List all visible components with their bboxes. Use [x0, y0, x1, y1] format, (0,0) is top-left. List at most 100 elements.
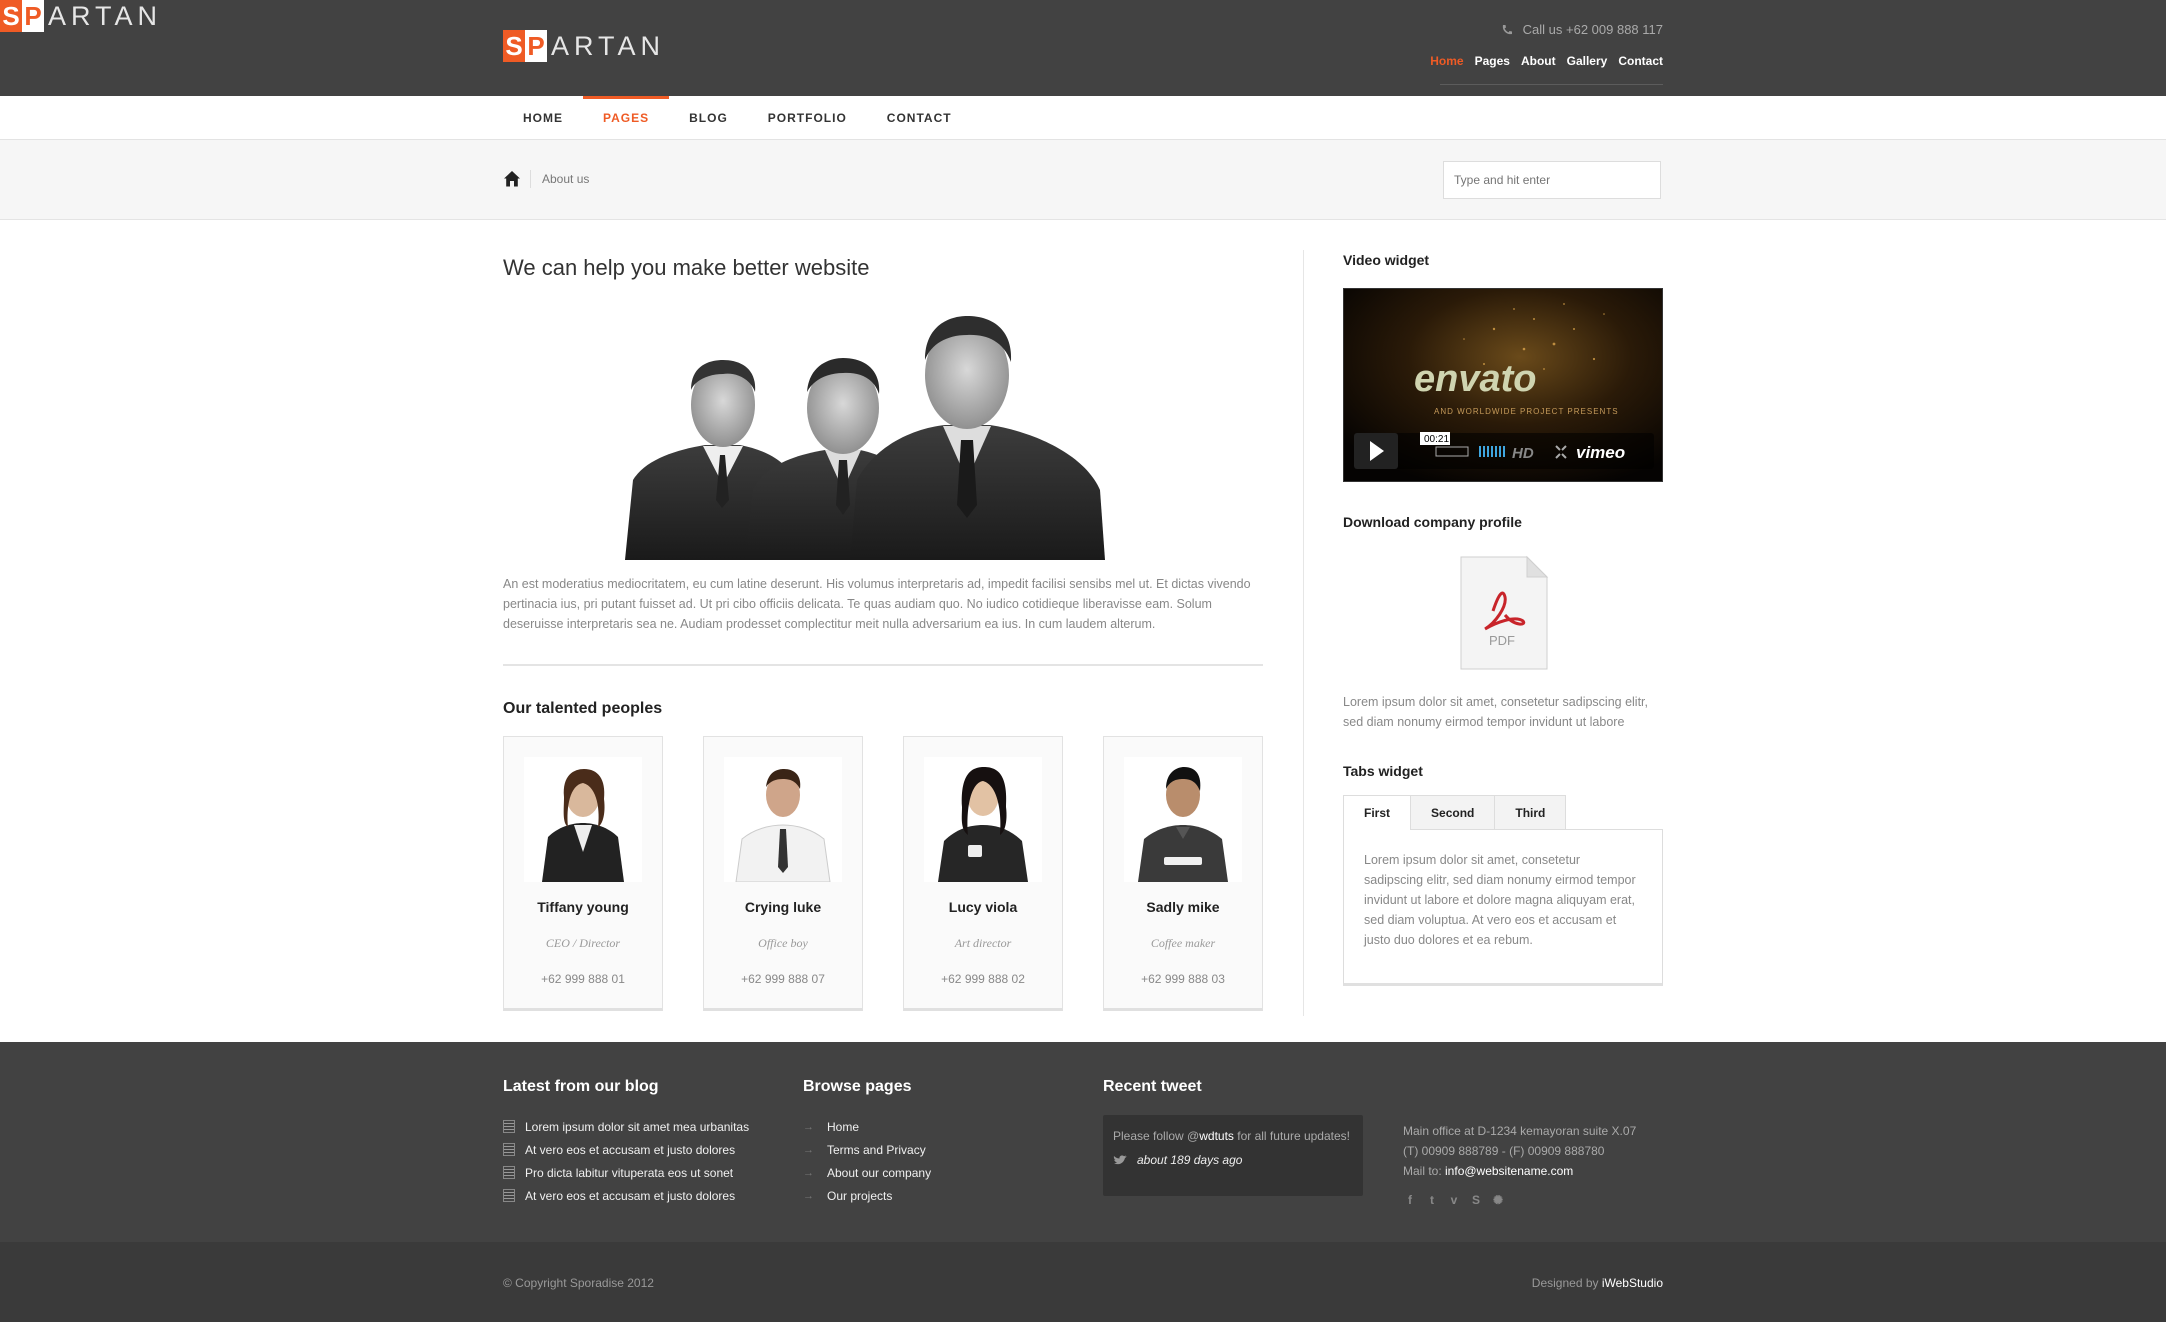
person-role: Art director [954, 936, 1012, 950]
tweet-text: Please follow @wdtuts for all future upd… [1113, 1129, 1350, 1143]
copyright: © Copyright Sporadise 2012 [503, 1276, 654, 1290]
top-link-home[interactable]: Home [1430, 54, 1463, 68]
nav-contact[interactable]: CONTACT [867, 96, 972, 140]
person-phone: +62 999 888 02 [941, 972, 1025, 986]
person-phone: +62 999 888 07 [741, 972, 825, 986]
vimeo-logo[interactable]: vimeo [1576, 443, 1625, 462]
person-role: CEO / Director [545, 936, 621, 950]
twitter-icon[interactable]: t [1425, 1193, 1439, 1207]
browse-item-label: Home [827, 1119, 860, 1134]
footer-tweet-title: Recent tweet [1103, 1078, 1202, 1095]
blog-item[interactable]: At vero eos et accusam et justo dolores [503, 1184, 749, 1207]
main-nav: HOME PAGES BLOG PORTFOLIO CONTACT [0, 96, 2166, 140]
home-icon[interactable] [503, 170, 521, 188]
tweet-time: about 189 days ago [1113, 1151, 1353, 1170]
facebook-icon[interactable]: f [1403, 1193, 1417, 1207]
tweet-box: Please follow @wdtuts for all future upd… [1103, 1115, 1363, 1196]
browse-item[interactable]: → Home [803, 1115, 931, 1138]
person-photo [924, 757, 1042, 882]
top-link-pages[interactable]: Pages [1475, 54, 1510, 68]
tab-second[interactable]: Second [1410, 795, 1496, 829]
header: S P ARTAN Call us +62 009 888 117 Home P… [0, 0, 2166, 96]
tweet-time-text: about 189 days ago [1137, 1153, 1243, 1167]
intro-paragraph: An est moderatius mediocritatem, eu cum … [503, 577, 1251, 631]
download-description: Lorem ipsum dolor sit amet, consetetur s… [1343, 695, 1648, 729]
logo-s: S [503, 30, 525, 62]
person-name: Tiffany young [537, 899, 629, 915]
browse-item-label: Our projects [827, 1188, 893, 1203]
person-card[interactable]: Crying luke Office boy +62 999 888 07 [703, 736, 863, 1011]
blog-list: Lorem ipsum dolor sit amet mea urbanitas… [503, 1115, 749, 1207]
tabs-widget-title: Tabs widget [1343, 763, 1423, 779]
browse-item[interactable]: → About our company [803, 1161, 931, 1184]
social-icons: f t v S ✺ [1403, 1193, 1505, 1207]
document-icon [503, 1166, 515, 1179]
person-photo [1124, 757, 1242, 882]
call-us: Call us +62 009 888 117 [1501, 22, 1663, 37]
blog-item[interactable]: Lorem ipsum dolor sit amet mea urbanitas [503, 1115, 749, 1138]
logo-rest: ARTAN [48, 0, 163, 31]
document-icon [503, 1120, 515, 1133]
document-icon [503, 1143, 515, 1156]
page-title: We can help you make better website [503, 255, 870, 280]
office-phones: (T) 00909 888789 - (F) 00909 888780 [1403, 1144, 1605, 1158]
logo-rest: ARTAN [551, 30, 666, 61]
logo-p: P [525, 30, 547, 62]
team-photo [625, 316, 1105, 560]
top-link-contact[interactable]: Contact [1618, 54, 1663, 68]
video-brand: envato [1414, 358, 1536, 400]
designed-by: Designed by iWebStudio [1531, 1276, 1663, 1290]
nav-pages[interactable]: PAGES [583, 96, 670, 140]
footer [0, 1042, 2166, 1242]
person-photo [524, 757, 642, 882]
footer-browse-title: Browse pages [803, 1078, 912, 1095]
designer-link[interactable]: iWebStudio [1602, 1276, 1663, 1290]
person-phone: +62 999 888 01 [541, 972, 625, 986]
bottom-bar [0, 1242, 2166, 1322]
nav-home[interactable]: HOME [503, 96, 583, 140]
tab-first[interactable]: First [1343, 795, 1412, 830]
top-link-gallery[interactable]: Gallery [1567, 54, 1608, 68]
person-photo [724, 757, 842, 882]
tab-third[interactable]: Third [1494, 795, 1567, 829]
hd-icon[interactable]: HD [1512, 445, 1534, 462]
video-player[interactable]: envato AND WORLDWIDE PROJECT PRESENTS 00… [1343, 288, 1663, 482]
browse-list: → Home → Terms and Privacy → About our comp… [803, 1115, 931, 1207]
vimeo-icon[interactable]: v [1447, 1193, 1461, 1207]
arrow-right-icon: → [803, 1189, 814, 1202]
blog-item[interactable]: Pro dicta labitur vituperata eos ut sone… [503, 1161, 749, 1184]
mail-link[interactable]: info@websitename.com [1445, 1164, 1573, 1178]
person-card[interactable]: Tiffany young CEO / Director +62 999 888… [503, 736, 663, 1011]
document-icon [503, 1189, 515, 1202]
person-card[interactable]: Sadly mike Coffee maker +62 999 888 03 [1103, 736, 1263, 1011]
logo-p: P [22, 0, 44, 32]
blog-item-label: At vero eos et accusam et justo dolores [525, 1142, 736, 1157]
search-input[interactable] [1443, 161, 1661, 199]
dribbble-icon[interactable]: ✺ [1491, 1193, 1505, 1207]
pdf-label: PDF [1489, 633, 1515, 648]
tweet-handle[interactable]: wdtuts [1199, 1129, 1234, 1143]
blog-item-label: Pro dicta labitur vituperata eos ut sone… [525, 1165, 734, 1180]
browse-item[interactable]: → Our projects [803, 1184, 931, 1207]
skype-icon[interactable]: S [1469, 1193, 1483, 1207]
person-name: Lucy viola [948, 899, 1018, 915]
browse-item[interactable]: → Terms and Privacy [803, 1138, 931, 1161]
footer-logo[interactable]: S P ARTAN [0, 0, 162, 32]
person-phone: +62 999 888 03 [1141, 972, 1225, 986]
header-divider [1440, 84, 1663, 85]
logo[interactable]: S P ARTAN [503, 30, 665, 62]
top-links: Home Pages About Gallery Contact [1430, 54, 1663, 68]
nav-blog[interactable]: BLOG [669, 96, 748, 140]
phone-icon [1502, 24, 1512, 34]
browse-item-label: Terms and Privacy [827, 1142, 926, 1157]
video-time: 00:21 [1424, 434, 1449, 445]
person-card[interactable]: Lucy viola Art director +62 999 888 02 [903, 736, 1063, 1011]
top-link-about[interactable]: About [1521, 54, 1556, 68]
blog-item[interactable]: At vero eos et accusam et justo dolores [503, 1138, 749, 1161]
pdf-icon[interactable]: PDF [1455, 553, 1553, 675]
download-widget-title: Download company profile [1343, 514, 1522, 530]
office-address: Main office at D-1234 kemayoran suite X.… [1403, 1124, 1637, 1138]
logo-s: S [0, 0, 22, 32]
tab-bar: First Second Third [1343, 795, 1567, 830]
nav-portfolio[interactable]: PORTFOLIO [748, 96, 867, 140]
